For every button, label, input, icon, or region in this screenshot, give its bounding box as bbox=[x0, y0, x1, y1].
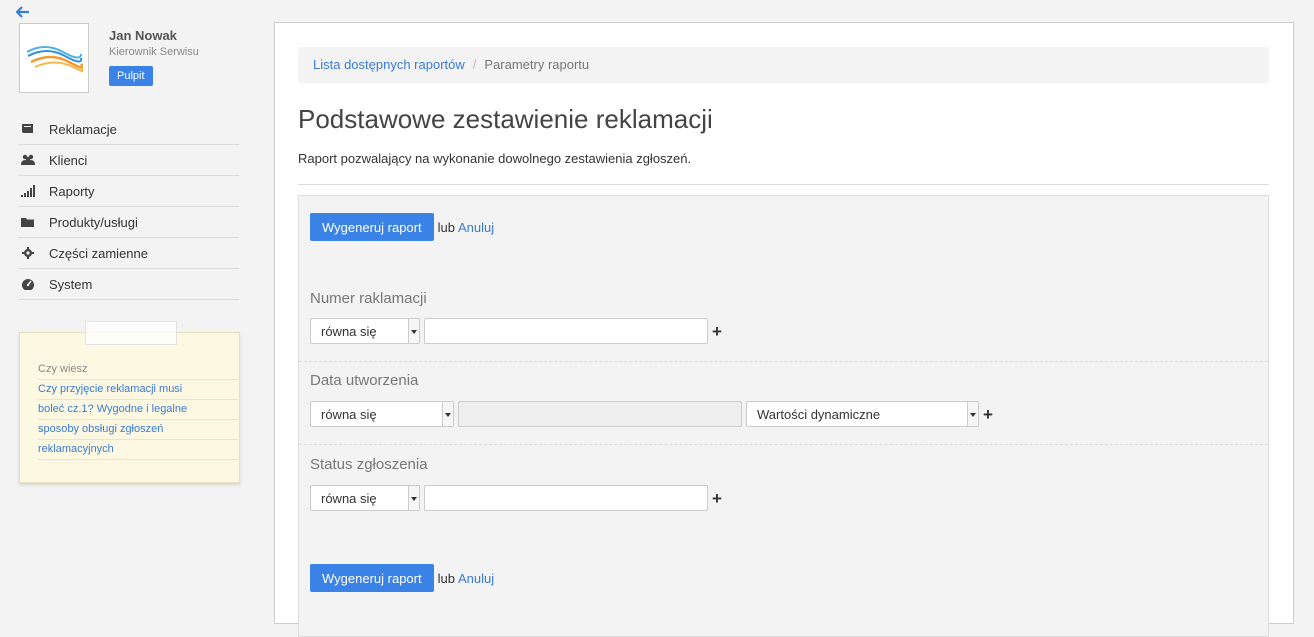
breadcrumb: Lista dostępnych raportów / Parametry rapo… bbox=[298, 47, 1269, 83]
tip-link[interactable]: boleć cz.1? Wygodne i legalne bbox=[38, 403, 187, 415]
sidebar-item-label: Produkty/usługi bbox=[49, 214, 138, 230]
user-role: Kierownik Serwisu bbox=[109, 46, 199, 58]
dashboard-button[interactable]: Pulpit bbox=[109, 66, 153, 86]
filter-status: Status zgłoszenia równa się + bbox=[299, 444, 1268, 534]
divider bbox=[298, 184, 1269, 185]
breadcrumb-separator: / bbox=[472, 57, 477, 72]
report-form: Wygeneruj raport lub Anuluj Numer raklam… bbox=[298, 195, 1269, 637]
add-condition-button[interactable]: + bbox=[712, 323, 722, 340]
sidebar-item-produkty[interactable]: Produkty/usługi bbox=[18, 207, 239, 238]
back-icon[interactable] bbox=[15, 6, 32, 20]
tip-link[interactable]: sposoby obsługi zgłoszeń bbox=[38, 423, 163, 435]
tip-link[interactable]: Czy przyjęcie reklamacji musi bbox=[38, 383, 182, 395]
sidebar-item-label: System bbox=[49, 276, 93, 292]
value-mode-select[interactable]: Wartości dynamiczne bbox=[746, 401, 979, 427]
operator-select[interactable]: równa się bbox=[310, 318, 420, 344]
sidebar-item-raporty[interactable]: Raporty bbox=[18, 176, 239, 207]
folder-icon bbox=[21, 216, 35, 228]
breadcrumb-report-list-link[interactable]: Lista dostępnych raportów bbox=[313, 57, 465, 72]
users-icon bbox=[21, 154, 35, 166]
tip-link[interactable]: reklamacyjnych bbox=[38, 443, 114, 455]
filter-label: Status zgłoszenia bbox=[310, 456, 428, 473]
operator-select[interactable]: równa się bbox=[310, 485, 420, 511]
main-panel: Lista dostępnych raportów / Parametry rapo… bbox=[274, 22, 1294, 637]
cancel-link[interactable]: Anuluj bbox=[458, 571, 494, 586]
add-condition-button[interactable]: + bbox=[712, 490, 722, 507]
value-input[interactable] bbox=[424, 318, 708, 344]
cancel-link[interactable]: Anuluj bbox=[458, 220, 494, 235]
sidebar-item-reklamacje[interactable]: Reklamacje bbox=[18, 114, 239, 145]
filter-data: Data utworzenia równa się Wartości dynam… bbox=[299, 361, 1268, 445]
sidebar-item-klienci[interactable]: Klienci bbox=[18, 145, 239, 176]
filter-label: Data utworzenia bbox=[310, 372, 419, 389]
company-logo bbox=[19, 23, 89, 93]
or-text: lub bbox=[437, 570, 455, 586]
date-value-input bbox=[458, 401, 742, 427]
tip-title: Czy wiesz bbox=[38, 360, 238, 380]
sidebar-item-label: Raporty bbox=[49, 183, 95, 199]
sidebar-item-label: Klienci bbox=[49, 152, 88, 168]
sidebar-item-label: Reklamacje bbox=[49, 121, 117, 137]
chevron-down-icon bbox=[967, 402, 978, 426]
cog-icon bbox=[21, 247, 35, 259]
user-name: Jan Nowak bbox=[109, 28, 177, 43]
sidebar-item-system[interactable]: System bbox=[18, 269, 239, 300]
form-actions-top: Wygeneruj raport lub Anuluj bbox=[310, 213, 494, 241]
operator-select[interactable]: równa się bbox=[310, 401, 454, 427]
book-icon bbox=[21, 123, 35, 135]
filter-label: Numer raklamacji bbox=[310, 290, 427, 307]
form-actions-bottom: Wygeneruj raport lub Anuluj bbox=[310, 564, 494, 592]
filter-numer: Numer raklamacji równa się + bbox=[299, 276, 1268, 362]
page-title: Podstawowe zestawienie reklamacji bbox=[298, 104, 713, 134]
add-condition-button[interactable]: + bbox=[983, 406, 993, 423]
note-tape bbox=[85, 321, 177, 345]
breadcrumb-current: Parametry raportu bbox=[484, 57, 590, 72]
page-description: Raport pozwalający na wykonanie dowolneg… bbox=[298, 151, 692, 166]
generate-report-button[interactable]: Wygeneruj raport bbox=[310, 564, 434, 592]
signal-icon bbox=[21, 185, 35, 197]
sidebar-item-czesci[interactable]: Części zamienne bbox=[18, 238, 239, 269]
dashboard-icon bbox=[21, 278, 35, 291]
tip-note: Czy wiesz Czy przyjęcie reklamacji musi … bbox=[19, 321, 240, 483]
generate-report-button[interactable]: Wygeneruj raport bbox=[310, 213, 434, 241]
or-text: lub bbox=[437, 219, 455, 235]
sidebar-item-label: Części zamienne bbox=[49, 245, 148, 261]
chevron-down-icon bbox=[408, 486, 419, 510]
chevron-down-icon bbox=[408, 319, 419, 343]
chevron-down-icon bbox=[442, 402, 453, 426]
sidebar-menu: Reklamacje Klienci Raporty Produkty/usłu… bbox=[18, 114, 239, 300]
value-input[interactable] bbox=[424, 485, 708, 511]
